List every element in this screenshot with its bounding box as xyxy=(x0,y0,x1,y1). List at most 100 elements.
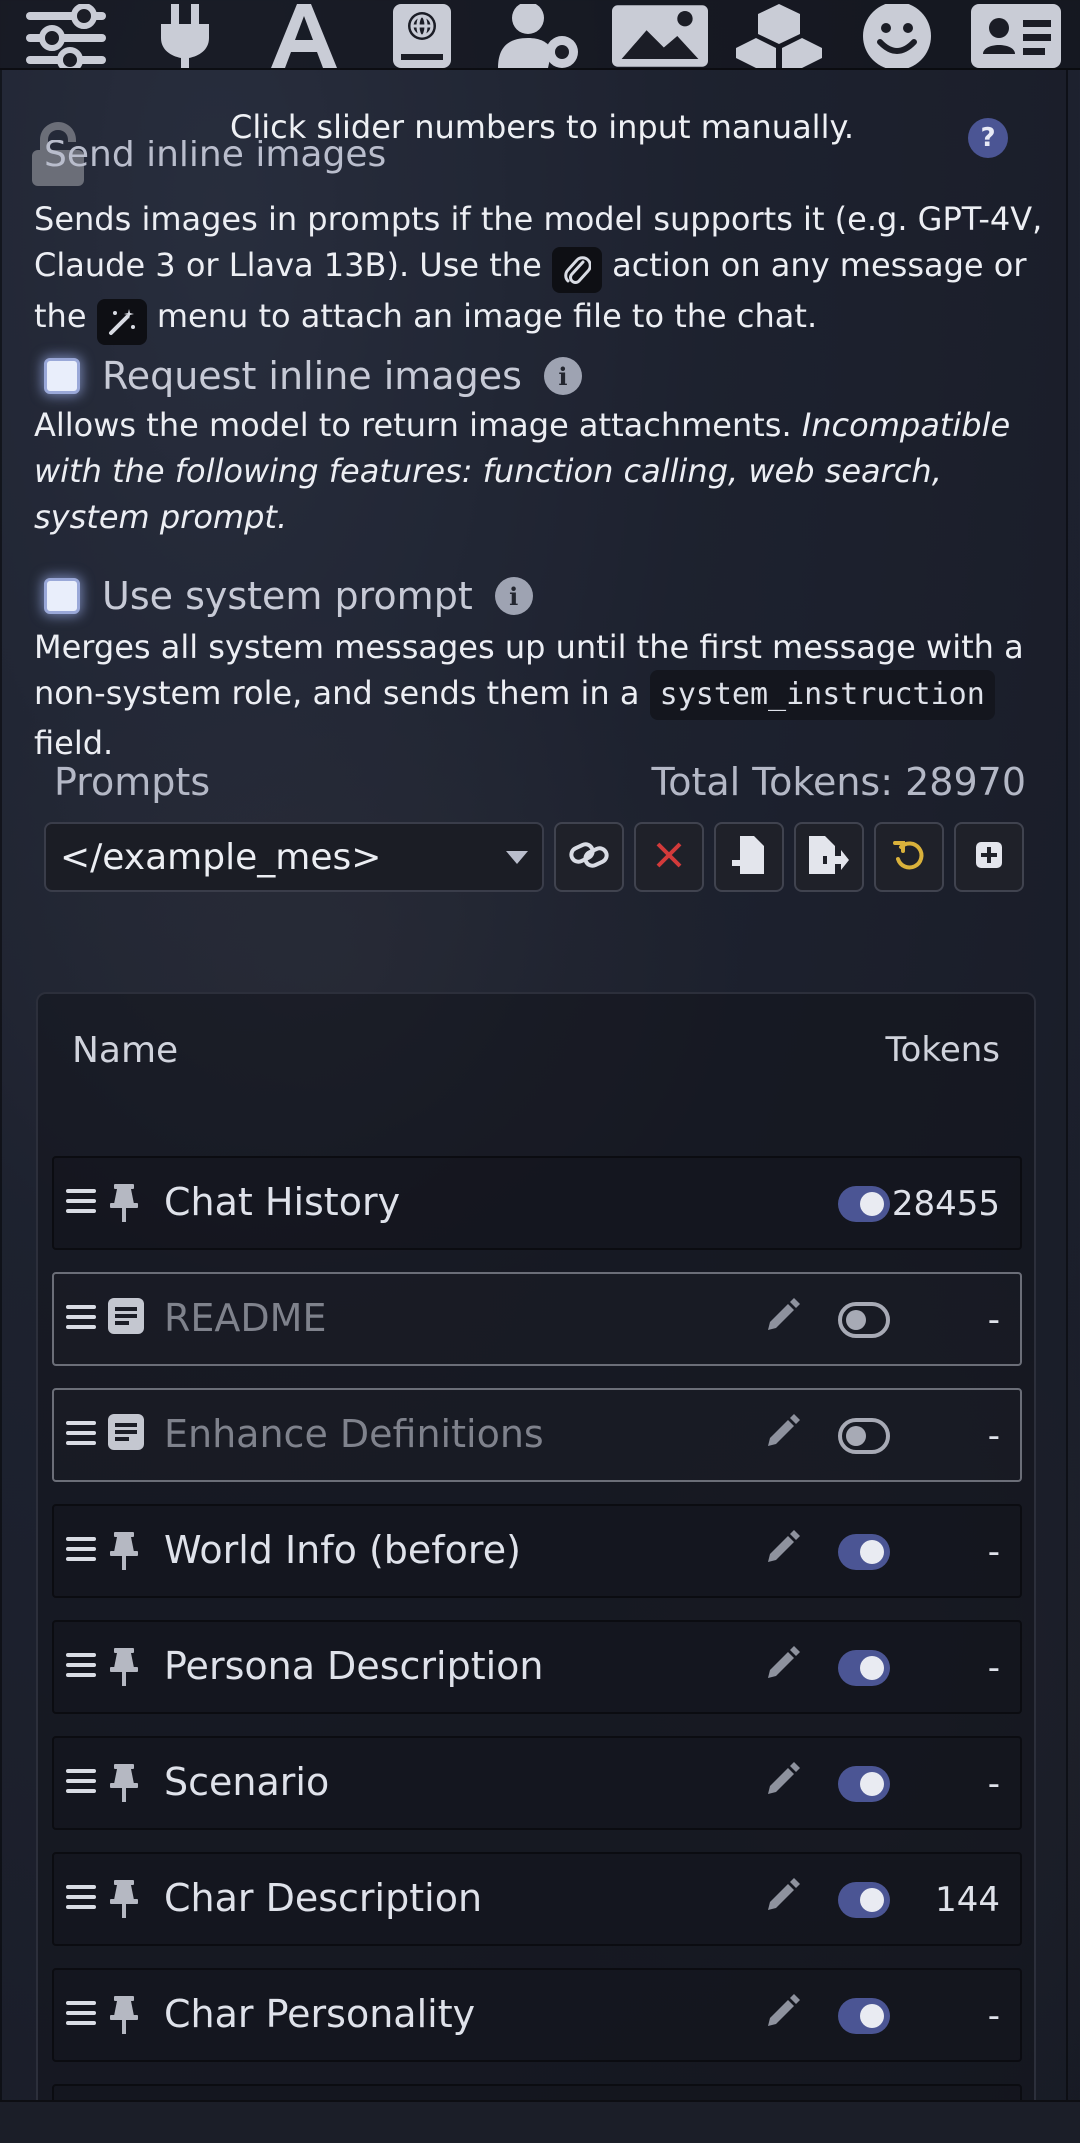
note-icon xyxy=(108,1414,144,1454)
token-count: - xyxy=(987,1648,1000,1688)
prompt-row[interactable]: World Info (before) - xyxy=(52,1504,1022,1598)
pin-icon xyxy=(108,1878,140,1922)
prompt-row[interactable]: Scenario - xyxy=(52,1736,1022,1830)
request-inline-images-checkbox[interactable] xyxy=(44,358,80,394)
cubes-icon[interactable] xyxy=(731,0,827,68)
enable-toggle[interactable] xyxy=(838,1186,890,1222)
drag-handle-icon[interactable] xyxy=(66,1650,96,1684)
prompt-select[interactable]: </example_mes> xyxy=(44,822,544,892)
prompt-name[interactable]: Persona Description xyxy=(164,1644,543,1688)
drag-handle-icon[interactable] xyxy=(66,1534,96,1568)
prompt-row[interactable]: README - xyxy=(52,1272,1022,1366)
close-icon xyxy=(655,841,683,873)
prompt-name[interactable]: README xyxy=(164,1296,326,1340)
image-icon[interactable] xyxy=(611,0,708,68)
token-count: 28455 xyxy=(891,1184,1000,1224)
enable-toggle[interactable] xyxy=(838,1302,890,1338)
prompt-row[interactable]: Persona Description - xyxy=(52,1620,1022,1714)
description-text: menu to attach an image file to the chat… xyxy=(146,297,818,335)
prompt-name[interactable]: Char Description xyxy=(164,1876,482,1920)
token-count: - xyxy=(987,1416,1000,1456)
drag-handle-icon[interactable] xyxy=(66,1882,96,1916)
info-icon[interactable]: i xyxy=(494,577,533,615)
prompts-title: Prompts xyxy=(54,760,211,804)
bottom-bar xyxy=(0,2100,1080,2143)
prompt-select-value: </example_mes> xyxy=(60,836,382,878)
add-icon xyxy=(975,841,1003,873)
request-inline-images-row: Request inline images i xyxy=(44,354,582,398)
enable-toggle[interactable] xyxy=(838,1534,890,1570)
token-count: 144 xyxy=(935,1880,1000,1920)
sliders-icon[interactable] xyxy=(18,0,114,68)
token-count: - xyxy=(987,1996,1000,2036)
paperclip-icon xyxy=(551,247,602,293)
add-prompt-button[interactable] xyxy=(954,822,1024,892)
drag-handle-icon[interactable] xyxy=(66,1998,96,2032)
link-icon xyxy=(569,840,609,874)
top-toolbar xyxy=(0,0,1080,70)
pin-icon xyxy=(108,1530,140,1574)
edit-icon[interactable] xyxy=(764,1414,800,1454)
font-icon[interactable] xyxy=(256,0,352,68)
import-button[interactable] xyxy=(714,822,784,892)
enable-toggle[interactable] xyxy=(838,1766,890,1802)
drag-handle-icon[interactable] xyxy=(66,1418,96,1452)
prompt-name[interactable]: Chat History xyxy=(164,1180,400,1224)
request-inline-images-label[interactable]: Request inline images xyxy=(102,354,522,398)
token-count: - xyxy=(987,1532,1000,1572)
delete-button[interactable] xyxy=(634,822,704,892)
prompt-list: Name Tokens Chat History 28455 README - Enha… xyxy=(36,992,1036,2143)
help-icon[interactable]: ? xyxy=(968,118,1008,158)
prompt-name[interactable]: World Info (before) xyxy=(164,1528,521,1572)
prompt-row[interactable]: Char Personality - xyxy=(52,1968,1022,2062)
pin-icon xyxy=(108,1994,140,2038)
export-button[interactable] xyxy=(794,822,864,892)
book-globe-icon[interactable] xyxy=(374,0,470,68)
reset-button[interactable] xyxy=(874,822,944,892)
edit-icon[interactable] xyxy=(764,1298,800,1338)
enable-toggle[interactable] xyxy=(838,1998,890,2034)
edit-icon[interactable] xyxy=(764,1878,800,1918)
pin-icon xyxy=(108,1646,140,1690)
prompt-row[interactable]: Chat History 28455 xyxy=(52,1156,1022,1250)
enable-toggle[interactable] xyxy=(838,1418,890,1454)
file-import-icon xyxy=(732,836,766,878)
prompt-row[interactable]: Char Description 144 xyxy=(52,1852,1022,1946)
edit-icon[interactable] xyxy=(764,1530,800,1570)
edit-icon[interactable] xyxy=(764,1994,800,2034)
pin-icon xyxy=(108,1182,140,1226)
magic-wand-icon xyxy=(96,299,147,345)
prompt-name[interactable]: Char Personality xyxy=(164,1992,475,2036)
plug-icon[interactable] xyxy=(137,0,233,68)
enable-toggle[interactable] xyxy=(838,1650,890,1686)
use-system-prompt-description: Merges all system messages up until the … xyxy=(34,624,1044,766)
prompt-name[interactable]: Scenario xyxy=(164,1760,329,1804)
use-system-prompt-label[interactable]: Use system prompt xyxy=(102,574,473,618)
drag-handle-icon[interactable] xyxy=(66,1302,96,1336)
drag-handle-icon[interactable] xyxy=(66,1186,96,1220)
use-system-prompt-checkbox[interactable] xyxy=(44,578,80,614)
edit-icon[interactable] xyxy=(764,1762,800,1802)
file-export-icon xyxy=(809,836,849,878)
send-inline-images-description: Sends images in prompts if the model sup… xyxy=(34,196,1044,345)
use-system-prompt-row: Use system prompt i xyxy=(44,574,533,618)
contact-card-icon[interactable] xyxy=(968,0,1064,68)
column-header-tokens: Tokens xyxy=(885,1030,1000,1070)
code-snippet: system_instruction xyxy=(649,670,995,720)
prompt-name[interactable]: Enhance Definitions xyxy=(164,1412,544,1456)
column-header-name: Name xyxy=(72,1030,179,1071)
send-inline-images-label[interactable]: Send inline images xyxy=(44,140,386,174)
note-icon xyxy=(108,1298,144,1338)
total-tokens: Total Tokens: 28970 xyxy=(651,760,1026,804)
user-gear-icon[interactable] xyxy=(493,0,589,68)
link-button[interactable] xyxy=(554,822,624,892)
edit-icon[interactable] xyxy=(764,1646,800,1686)
chevron-down-icon xyxy=(506,850,528,864)
drag-handle-icon[interactable] xyxy=(66,1766,96,1800)
description-text: field. xyxy=(34,724,114,762)
description-text: Allows the model to return image attachm… xyxy=(34,406,802,444)
enable-toggle[interactable] xyxy=(838,1882,890,1918)
prompt-row[interactable]: Enhance Definitions - xyxy=(52,1388,1022,1482)
info-icon[interactable]: i xyxy=(543,357,582,395)
smiley-icon[interactable] xyxy=(849,0,945,68)
